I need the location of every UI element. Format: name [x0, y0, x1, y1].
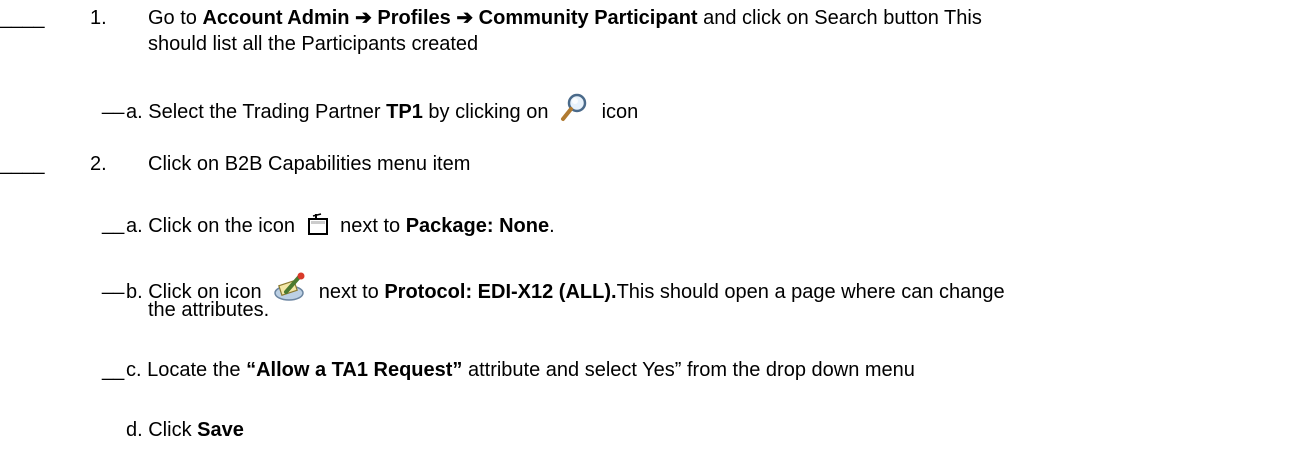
step1-number: 1. [90, 7, 107, 29]
save-label: Save [197, 419, 244, 441]
step2d-line: d. Click Save [126, 418, 244, 442]
step2-number: 2. [90, 153, 107, 175]
step2c-prefix: c. Locate the [126, 359, 247, 381]
step2a-middle: next to [334, 215, 406, 237]
step2-blank: ____ [0, 153, 45, 175]
step1-text-suffix: and click on Search button This [697, 7, 982, 29]
step2c-blank: __ [102, 359, 125, 381]
step1-text-prefix: Go to [148, 7, 203, 29]
step2b-middle: next to [313, 281, 385, 303]
edit-attributes-icon [273, 272, 307, 308]
step2b-line2: the attributes. [148, 299, 270, 321]
folder-icon [307, 212, 329, 242]
step2a-blank: __ [102, 213, 125, 235]
step1-blank: ____ [0, 7, 45, 29]
step1-line2: should list all the Participants created [148, 33, 479, 55]
path-profiles: Profiles [377, 7, 451, 29]
attribute-name: “Allow a TA1 Request” [246, 359, 463, 381]
protocol-name: Protocol: EDI-X12 (ALL). [384, 281, 617, 303]
step1a-suffix: icon [596, 101, 639, 123]
step2b-suffix: This should open a page where can change [616, 281, 1005, 303]
arrow-icon: ➔ [355, 7, 372, 29]
step1-line: Go to Account Admin ➔ Profiles ➔ Communi… [148, 6, 982, 30]
step1a-prefix: a. Select the Trading Partner [126, 101, 387, 123]
step2-line: Click on B2B Capabilities menu item [148, 153, 471, 175]
step2a-suffix: . [549, 215, 555, 237]
step2a-line: a. Click on the icon next to Package: No… [126, 212, 555, 242]
path-account-admin: Account Admin [202, 7, 350, 29]
step2d-prefix: d. Click [126, 419, 198, 441]
package-name: Package: None [405, 215, 550, 237]
arrow-icon: ➔ [456, 7, 474, 29]
path-community-participant: Community Participant [478, 7, 698, 29]
trading-partner-name: TP1 [386, 101, 423, 123]
step1a-blank: __ [102, 93, 125, 115]
step2c-line: c. Locate the “Allow a TA1 Request” attr… [126, 358, 915, 382]
step1a-line: a. Select the Trading Partner TP1 by cli… [126, 92, 638, 128]
step2a-prefix: a. Click on the icon [126, 215, 301, 237]
step2b-blank: __ [102, 273, 125, 295]
magnifier-icon [560, 92, 590, 128]
step2c-suffix: attribute and select Yes” from the drop … [462, 359, 915, 381]
step1a-middle: by clicking on [422, 101, 555, 123]
